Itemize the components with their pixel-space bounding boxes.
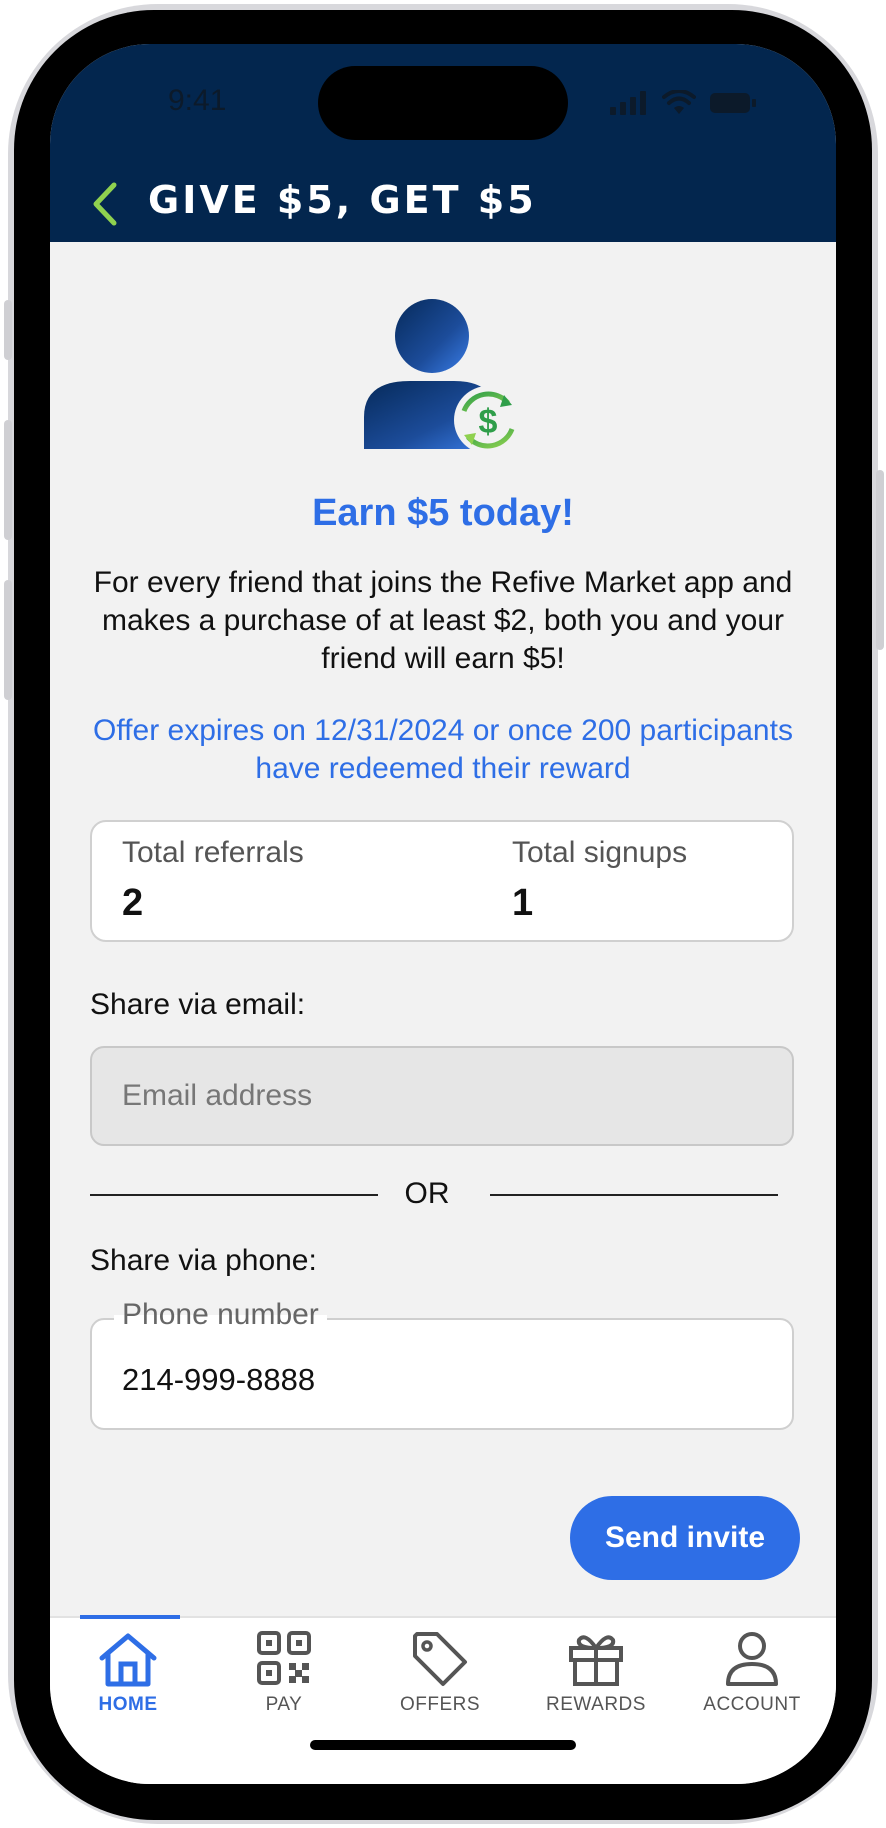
email-share-label: Share via email: [90, 988, 306, 1021]
email-field-container [90, 1046, 794, 1146]
side-button [4, 300, 12, 360]
nav-item-home[interactable]: HOME [50, 1618, 206, 1718]
nav-label-rewards: REWARDS [546, 1694, 646, 1715]
battery-icon [710, 93, 756, 113]
nav-item-offers[interactable]: OFFERS [362, 1618, 518, 1718]
phone-share-label: Share via phone: [90, 1244, 317, 1277]
stat-value: 1 [512, 882, 534, 924]
home-indicator [310, 1740, 576, 1750]
side-button [876, 470, 884, 650]
chevron-left-icon [93, 182, 117, 226]
phone-field-container: Phone number [90, 1298, 794, 1430]
signal-icon [610, 91, 646, 115]
header-bar: 9:41 GIVE $5, GET $5 [50, 44, 836, 242]
offer-expiry-note: Offer expires on 12/31/2024 or once 200 … [93, 714, 793, 785]
status-time: 9:41 [168, 84, 227, 117]
nav-label-offers: OFFERS [399, 1694, 481, 1715]
side-button [4, 420, 12, 540]
nav-item-pay[interactable]: PAY [206, 1618, 362, 1718]
stat-total-referrals: Total referrals 2 [122, 836, 304, 925]
wifi-icon [662, 90, 696, 114]
phone-field[interactable] [92, 1340, 792, 1420]
svg-text:$: $ [479, 403, 498, 441]
side-button [4, 580, 12, 700]
nav-item-account[interactable]: ACCOUNT [674, 1618, 830, 1718]
page-title: GIVE $5, GET $5 [148, 178, 537, 222]
person-icon [726, 1632, 778, 1686]
gift-icon [569, 1635, 623, 1686]
status-icons [610, 88, 756, 118]
phone-field-label: Phone number [114, 1298, 327, 1332]
app-screen: 9:41 GIVE $5, GET $5 $ Earn $5 today! Fo… [50, 44, 836, 1784]
stat-label: Total referrals [122, 836, 304, 869]
qr-code-icon [257, 1631, 311, 1685]
home-icon [99, 1633, 157, 1687]
stat-total-signups: Total signups 1 [512, 836, 687, 925]
nav-item-rewards[interactable]: REWARDS [518, 1618, 674, 1718]
divider-right [490, 1194, 778, 1196]
stat-label: Total signups [512, 836, 688, 869]
hero-title: Earn $5 today! [312, 492, 574, 534]
nav-label-pay: PAY [265, 1694, 303, 1715]
referral-stats-card: Total referrals 2 Total signups 1 [90, 820, 794, 942]
tag-icon [413, 1632, 467, 1686]
email-field[interactable] [92, 1048, 792, 1144]
hero-description: For every friend that joins the Refive M… [93, 566, 793, 675]
stat-value: 2 [122, 882, 144, 924]
nav-label-home: HOME [98, 1694, 158, 1715]
nav-label-account: ACCOUNT [703, 1694, 801, 1715]
bottom-nav: HOME PAY OFFERS REWARDS ACCOUNT [50, 1615, 836, 1784]
back-button[interactable] [86, 179, 126, 229]
send-invite-button[interactable]: Send invite [570, 1496, 800, 1580]
dynamic-island [318, 66, 568, 140]
user-refresh-dollar-icon: $ [362, 299, 532, 459]
